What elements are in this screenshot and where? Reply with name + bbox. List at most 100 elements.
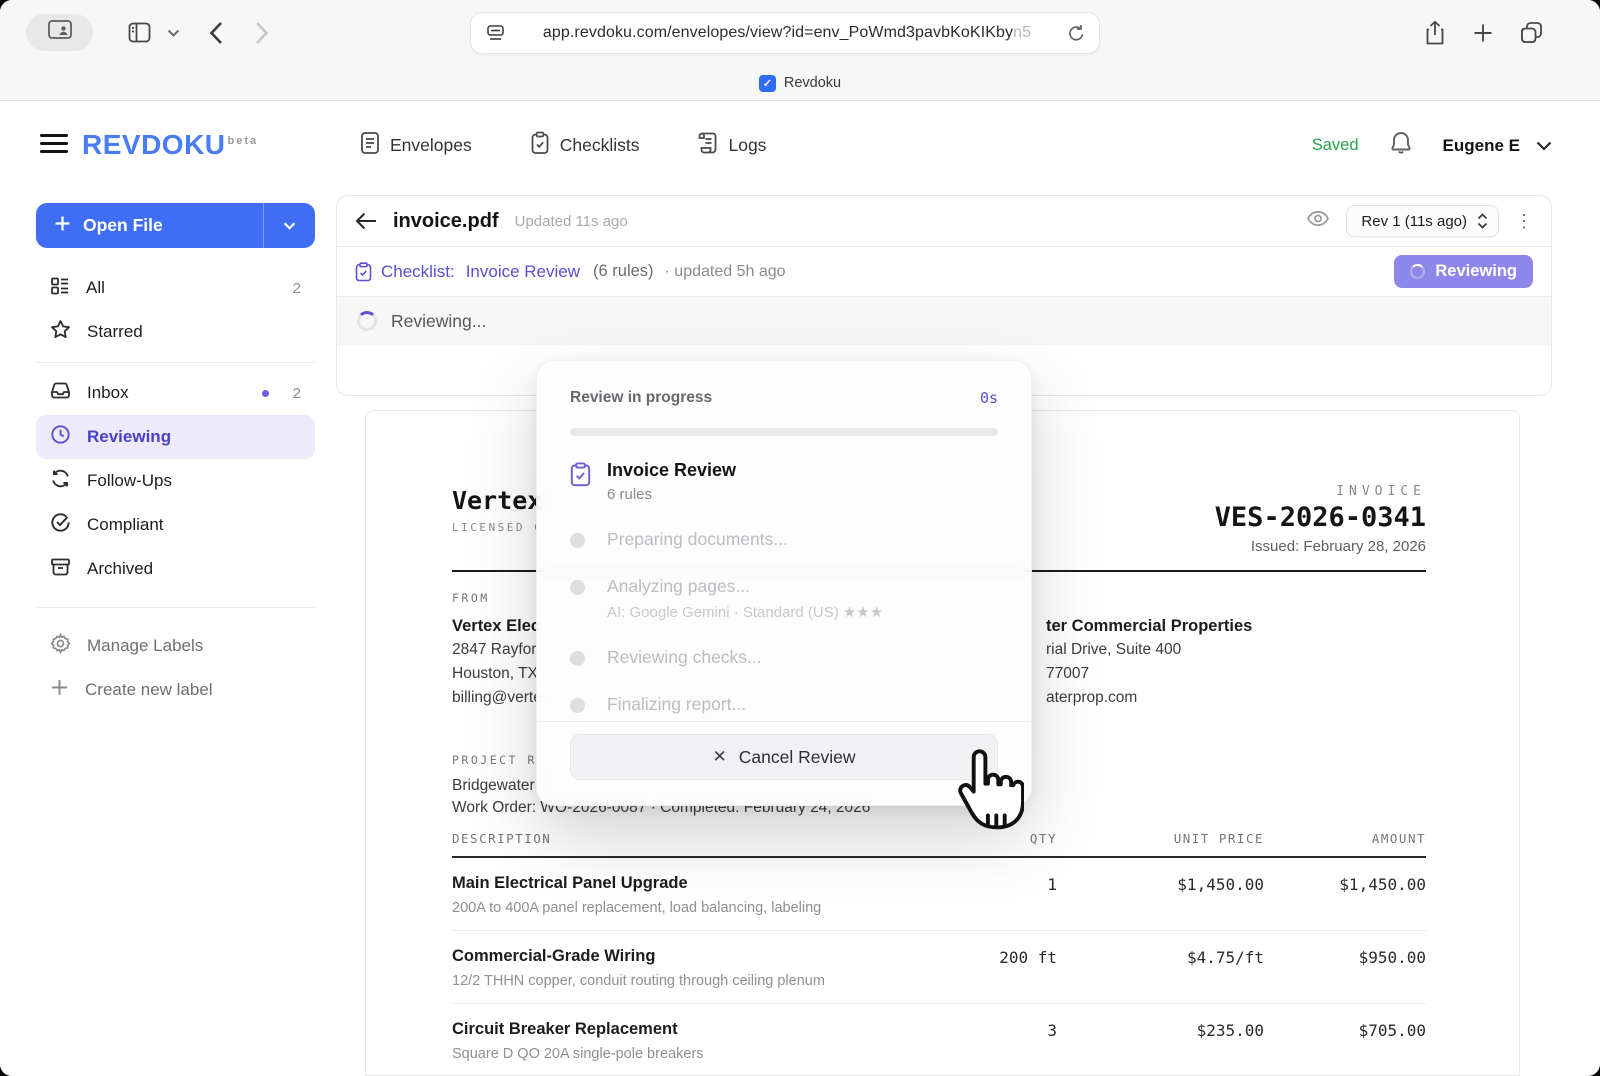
browser-toolbar: app.revdoku.com/envelopes/view?id=env_Po… [0, 0, 1600, 66]
clipboard-check-icon [570, 460, 591, 503]
checklist-label: Checklist: [381, 262, 455, 282]
sidebar-item-starred[interactable]: Starred [36, 310, 315, 354]
clock-icon [50, 424, 71, 450]
sidebar: Open File All 2 [0, 190, 336, 1076]
scroll-icon [697, 131, 718, 160]
profile-button[interactable] [26, 14, 93, 51]
count-badge: 2 [293, 280, 301, 297]
step-bullet-icon [570, 533, 585, 548]
divider [36, 362, 315, 363]
from-address: Vertex Elec 2847 Rayfor Houston, TX bill… [452, 614, 542, 710]
user-name: Eugene E [1443, 136, 1520, 156]
cancel-review-button[interactable]: ✕ Cancel Review [570, 734, 998, 780]
sidebar-item-reviewing[interactable]: Reviewing [36, 415, 315, 459]
profile-icon [47, 19, 73, 46]
reviewing-status-badge: Reviewing [1394, 255, 1533, 288]
step-finalizing: Finalizing report... [570, 694, 998, 715]
share-icon[interactable] [1424, 20, 1446, 46]
nav-envelopes[interactable]: Envelopes [360, 131, 472, 160]
file-title: invoice.pdf [393, 210, 499, 233]
plus-icon [50, 678, 69, 702]
back-icon[interactable] [209, 21, 223, 45]
collection-icon [50, 276, 70, 301]
elapsed-timer: 0s [980, 389, 998, 407]
more-options-icon[interactable]: ⋮ [1515, 212, 1533, 230]
sidebar-toggle-icon[interactable] [128, 22, 151, 43]
menu-icon[interactable] [40, 134, 68, 156]
invoice-company-name: Vertex [452, 486, 542, 515]
tab-title: Revdoku [784, 75, 841, 91]
saved-status: Saved [1312, 136, 1359, 155]
step-preparing: Preparing documents... [570, 529, 998, 550]
checklist-name-link[interactable]: Invoice Review [466, 262, 580, 282]
to-address: ter Commercial Properties rial Drive, Su… [1046, 614, 1252, 710]
checklist-updated: · updated 5h ago [665, 263, 786, 281]
sidebar-item-archived[interactable]: Archived [36, 547, 315, 591]
invoice-number: VES-2026-0341 [1215, 502, 1426, 533]
project-name: Bridgewater T [452, 777, 548, 795]
checklist-rules-count: (6 rules) [593, 262, 654, 281]
chevron-down-icon[interactable] [167, 29, 180, 38]
updown-chevron-icon [1477, 213, 1488, 229]
revdoku-favicon-icon: ✓ [759, 75, 776, 92]
sidebar-item-manage-labels[interactable]: Manage Labels [36, 624, 315, 668]
refresh-icon [50, 468, 71, 494]
app-logo[interactable]: REVDOKUbeta [82, 129, 258, 161]
table-row: Circuit Breaker ReplacementSquare D QO 2… [452, 1004, 1426, 1076]
archive-icon [50, 557, 71, 582]
step-bullet-icon [570, 698, 585, 713]
clipboard-check-icon [530, 131, 550, 160]
table-row: Commercial-Grade Wiring12/2 THHN copper,… [452, 931, 1426, 1004]
review-progress-modal: Review in progress 0s Invoice Review 6 r… [536, 360, 1032, 806]
invoice-label: INVOICE [1215, 484, 1426, 499]
browser-tab[interactable]: ✓ Revdoku [759, 75, 841, 92]
modal-checklist-name: Invoice Review [607, 460, 736, 481]
back-arrow-icon[interactable] [355, 212, 377, 230]
top-nav: Envelopes Checklists [360, 101, 766, 190]
step-analyzing: Analyzing pages... AI: Google Gemini · S… [570, 576, 998, 621]
open-file-dropdown[interactable] [263, 203, 315, 248]
spinner-icon [1410, 264, 1425, 279]
tab-overview-icon[interactable] [1519, 20, 1544, 45]
user-menu[interactable]: Eugene E [1443, 136, 1552, 156]
notification-bell-icon[interactable] [1389, 130, 1413, 161]
step-bullet-icon [570, 580, 585, 595]
modal-title: Review in progress [570, 389, 712, 407]
invoice-issued-date: Issued: February 28, 2026 [1215, 538, 1426, 555]
nav-checklists[interactable]: Checklists [530, 131, 640, 160]
sidebar-item-create-label[interactable]: Create new label [36, 668, 315, 712]
line-items-table: DESCRIPTION QTY UNIT PRICE AMOUNT Main E… [452, 831, 1426, 1076]
beta-badge: beta [228, 135, 259, 147]
from-label: FROM [452, 591, 490, 605]
sidebar-item-compliant[interactable]: Compliant [36, 503, 315, 547]
step-bullet-icon [570, 651, 585, 666]
new-tab-icon[interactable] [1472, 22, 1494, 44]
url-bar[interactable]: app.revdoku.com/envelopes/view?id=env_Po… [470, 12, 1100, 54]
gear-icon [50, 633, 71, 659]
table-header: DESCRIPTION QTY UNIT PRICE AMOUNT [452, 831, 1426, 858]
modal-checklist-rules: 6 rules [607, 486, 736, 503]
nav-logs[interactable]: Logs [697, 131, 766, 160]
open-file-button[interactable]: Open File [36, 203, 315, 248]
ai-model-info: AI: Google Gemini · Standard (US) ★★★ [607, 603, 883, 621]
sidebar-item-follow-ups[interactable]: Follow-Ups [36, 459, 315, 503]
sidebar-item-all[interactable]: All 2 [36, 266, 315, 310]
reviewing-progress-row: Reviewing... [337, 297, 1551, 345]
forward-icon[interactable] [255, 21, 269, 45]
tab-strip: ✓ Revdoku [0, 66, 1600, 100]
app-header: REVDOKUbeta Envelopes Checklist [0, 101, 1600, 190]
reload-icon[interactable] [1068, 24, 1085, 43]
user-chevron-down-icon [1536, 136, 1552, 156]
page-format-icon[interactable] [485, 23, 506, 44]
progress-bar [570, 428, 998, 436]
envelope-doc-icon [360, 131, 380, 160]
check-circle-icon [50, 512, 71, 538]
revision-selector[interactable]: Rev 1 (11s ago) [1346, 205, 1499, 237]
unread-dot [262, 390, 269, 397]
table-row: Main Electrical Panel Upgrade200A to 400… [452, 858, 1426, 931]
sidebar-item-inbox[interactable]: Inbox 2 [36, 371, 315, 415]
preview-eye-icon[interactable] [1306, 210, 1330, 232]
browser-window: app.revdoku.com/envelopes/view?id=env_Po… [0, 0, 1600, 1076]
divider [537, 721, 1031, 722]
browser-chrome: app.revdoku.com/envelopes/view?id=env_Po… [0, 0, 1600, 101]
